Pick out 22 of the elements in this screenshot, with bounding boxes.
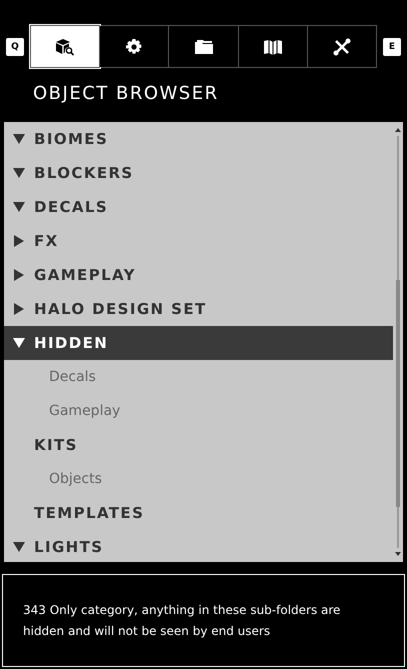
tools-icon	[332, 38, 351, 56]
tree-item[interactable]: FX	[4, 224, 393, 258]
tree-item[interactable]: KITS	[4, 428, 393, 462]
gear-icon	[125, 38, 144, 56]
scroll-down-icon[interactable]	[395, 552, 401, 556]
folder-icon	[194, 38, 214, 54]
tree-item[interactable]: TEMPLATES	[4, 496, 393, 530]
tab[interactable]	[31, 26, 100, 67]
tree-item[interactable]: LIGHTS	[4, 530, 393, 564]
key-hint: Q	[6, 38, 24, 56]
panel-title: OBJECT BROWSER	[32, 82, 220, 105]
description-text: 343 Only category, anything in these sub-folders are hidden and will not be seen by end users	[22, 602, 342, 640]
tree-item[interactable]: DECALS	[4, 190, 393, 224]
tree-item[interactable]: GAMEPLAY	[4, 258, 393, 292]
map-icon	[262, 38, 283, 54]
tree-item[interactable]: HALO DESIGN SET	[4, 292, 393, 326]
tree-item[interactable]: HIDDEN	[4, 326, 393, 360]
tree-item[interactable]: BIOMES	[4, 122, 393, 156]
tree-item[interactable]: BLOCKERS	[4, 156, 393, 190]
scroll-up-icon[interactable]	[395, 128, 401, 132]
key-hint: E	[383, 38, 401, 56]
cube-search-icon	[55, 38, 76, 56]
